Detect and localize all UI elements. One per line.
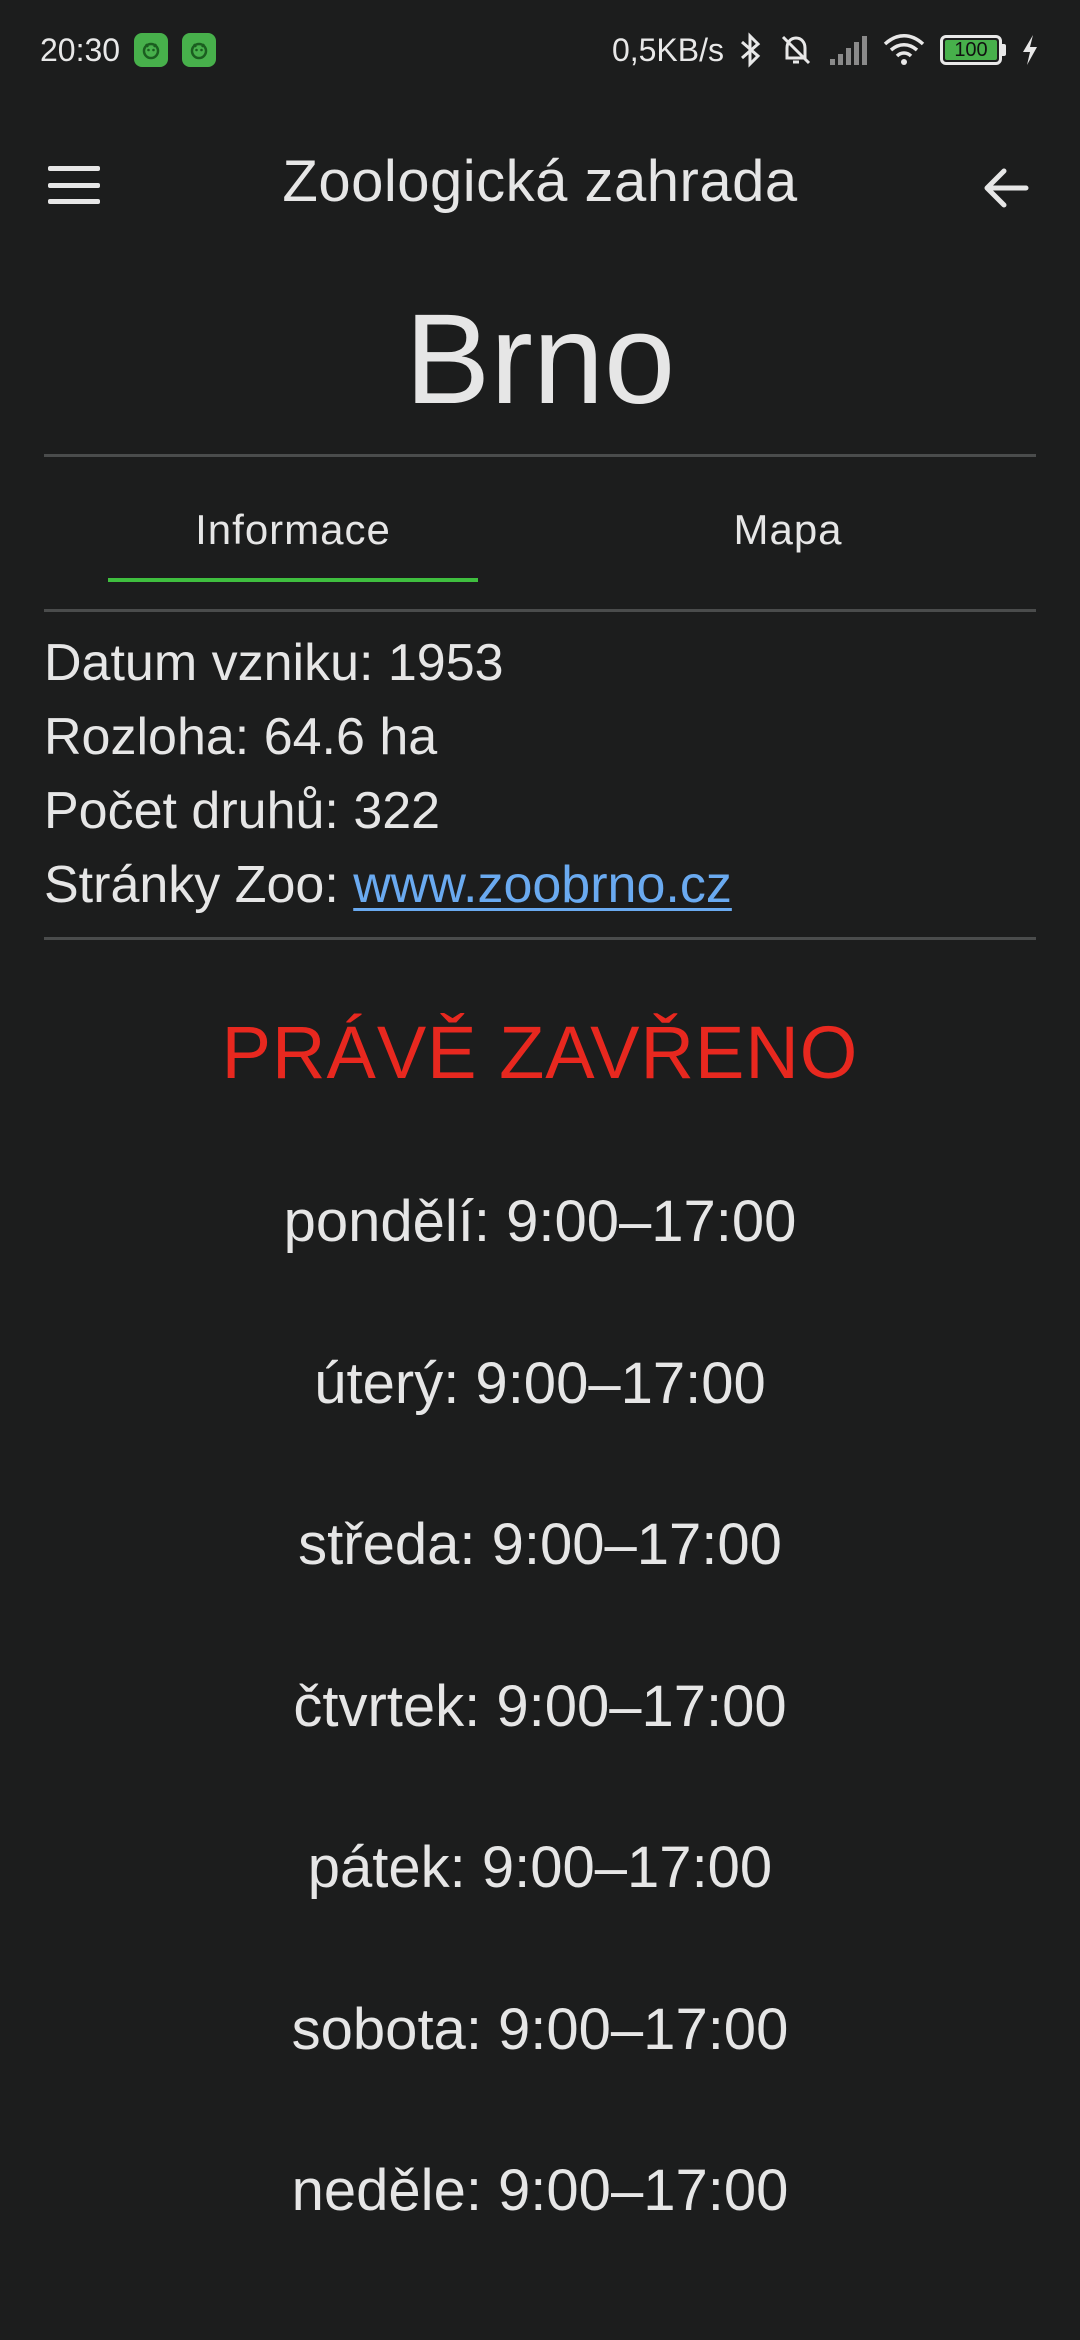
battery-icon: 100 [940,35,1006,65]
bluetooth-icon [741,32,761,68]
open-status: PRÁVĚ ZAVŘENO [221,1011,859,1094]
app-bar: Zoologická zahrada [0,120,1080,250]
tab-indicator [108,578,478,582]
species-label: Počet druhů: [44,782,354,840]
page-title: Brno [404,288,676,431]
signal-icon [830,36,867,65]
tab-mapa[interactable]: Mapa [540,460,1036,600]
app-title: Zoologická zahrada [282,149,798,214]
area-value: 64.6 ha [263,708,438,766]
back-arrow-icon[interactable] [976,158,1036,218]
divider [44,454,1036,457]
hours-sunday: neděle: 9:00–17:00 [291,2158,789,2223]
hours-thursday: čtvrtek: 9:00–17:00 [293,1673,787,1739]
status-bar-right: 0,5KB/s 100 [612,32,1040,69]
founded-value: 1953 [387,634,504,692]
app-notification-icon [134,33,169,67]
network-speed: 0,5KB/s [611,31,724,68]
battery-level: 100 [945,40,997,60]
app-notification-icon [182,33,217,67]
hours-friday: pátek: 9:00–17:00 [307,1835,773,1900]
hours-monday: pondělí: 9:00–17:00 [283,1189,797,1254]
species-value: 322 [353,782,441,840]
divider [44,937,1036,940]
charging-icon [1023,35,1037,65]
founded-row: Datum vzniku: 1953 [44,626,1036,700]
area-label: Rozloha: [44,708,264,766]
tab-bar: Informace Mapa [44,460,1036,608]
species-row: Počet druhů: 322 [44,774,1036,848]
status-time: 20:30 [40,31,121,68]
bell-off-icon [781,35,811,65]
zoo-info: Datum vzniku: 1953 Rozloha: 64.6 ha Poče… [44,626,1036,922]
area-row: Rozloha: 64.6 ha [44,700,1036,774]
founded-label: Datum vzniku: [44,634,388,692]
hours-saturday: sobota: 9:00–17:00 [291,1996,789,2062]
website-link[interactable]: www.zoobrno.cz [353,856,732,914]
hours-wednesday: středa: 9:00–17:00 [298,1512,782,1577]
website-label: Stránky Zoo: [44,856,354,914]
hours-tuesday: úterý: 9:00–17:00 [314,1350,766,1416]
status-bar-left: 20:30 [40,31,217,69]
divider [44,609,1036,612]
website-row: Stránky Zoo: www.zoobrno.cz [44,848,1036,922]
opening-hours: pondělí: 9:00–17:00 úterý: 9:00–17:00 st… [0,1188,1080,2319]
status-bar: 20:30 0,5KB/s 100 [0,0,1080,100]
wifi-icon [883,34,925,65]
